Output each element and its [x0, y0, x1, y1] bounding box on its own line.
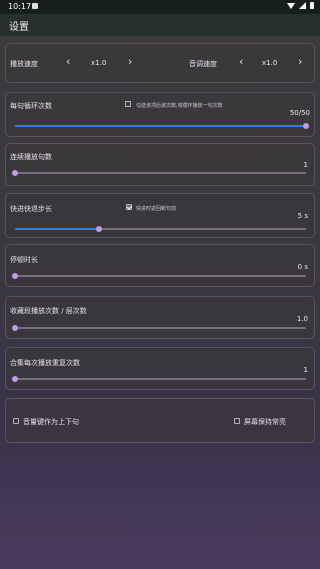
- status-icons: [287, 2, 314, 9]
- playback-speed-increase-icon[interactable]: ›: [128, 56, 132, 67]
- loop-count-slider-fill: [15, 125, 306, 127]
- pitch-speed-label: 音调速度: [189, 60, 217, 68]
- loop-count-slider[interactable]: [15, 123, 309, 129]
- battery-icon: [310, 2, 314, 9]
- keep-screen-on-checkbox[interactable]: [234, 418, 240, 424]
- pause-slider-thumb[interactable]: [12, 273, 18, 279]
- continuous-slider-thumb[interactable]: [12, 170, 18, 176]
- wifi-icon: [287, 2, 295, 9]
- collection-slider[interactable]: [12, 376, 306, 382]
- favorites-slider[interactable]: [12, 325, 306, 331]
- volume-keys-label: 音量键作为上下句: [23, 418, 79, 426]
- skip-step-label: 快进快退步长: [10, 205, 52, 213]
- page-title: 设置: [9, 22, 29, 33]
- skip-step-checkbox[interactable]: [126, 204, 132, 210]
- pitch-speed-increase-icon[interactable]: ›: [298, 56, 302, 67]
- collection-value: 1: [303, 366, 308, 374]
- favorites-card: 收藏段播放次数 / 层次数 1.0: [5, 296, 315, 339]
- pause-value: 0 s: [297, 263, 308, 271]
- collection-slider-thumb[interactable]: [12, 376, 18, 382]
- continuous-label: 连续播放句数: [10, 153, 52, 161]
- favorites-value: 1.0: [296, 315, 308, 323]
- playback-speed-label: 播放速度: [10, 60, 38, 68]
- loop-count-slider-thumb[interactable]: [303, 123, 309, 129]
- pitch-speed-value: x1.0: [262, 59, 278, 67]
- pitch-speed-decrease-icon[interactable]: ‹: [239, 56, 243, 67]
- keep-screen-on-label: 屏幕保持常亮: [244, 418, 286, 426]
- notification-icon: [32, 3, 38, 9]
- collection-label: 合集每次播放重复次数: [10, 359, 80, 367]
- speed-card: 播放速度 ‹ x1.0 › 音调速度 ‹ x1.0 ›: [5, 43, 315, 83]
- pause-card: 停顿时长 0 s: [5, 244, 315, 287]
- skip-step-checkbox-label: 快进时返回断句前: [136, 206, 177, 212]
- favorites-label: 收藏段播放次数 / 层次数: [10, 307, 87, 315]
- pause-slider[interactable]: [12, 273, 306, 279]
- skip-step-slider-fill: [15, 228, 100, 230]
- loop-count-card: 每句循环次数 勾选该项后该次数,将循环播放一句次数 50/50: [5, 92, 315, 137]
- options-card: 音量键作为上下句 屏幕保持常亮: [5, 398, 315, 443]
- loop-count-checkbox[interactable]: [125, 101, 131, 107]
- favorites-slider-thumb[interactable]: [12, 325, 18, 331]
- pause-label: 停顿时长: [10, 256, 38, 264]
- skip-step-card: 快进快退步长 快进时返回断句前 5 s: [5, 193, 315, 238]
- volume-keys-checkbox[interactable]: [13, 418, 19, 424]
- continuous-value: 1: [303, 161, 308, 169]
- playback-speed-decrease-icon[interactable]: ‹: [66, 56, 70, 67]
- collection-card: 合集每次播放重复次数 1: [5, 347, 315, 390]
- skip-step-value: 5 s: [297, 212, 308, 220]
- skip-step-slider-thumb[interactable]: [96, 226, 103, 232]
- signal-icon: [299, 2, 306, 9]
- skip-step-slider[interactable]: [15, 226, 306, 232]
- playback-speed-value: x1.0: [91, 59, 107, 67]
- status-time: 10:17: [8, 2, 32, 11]
- continuous-slider[interactable]: [12, 170, 306, 176]
- status-bar: 10:17: [0, 0, 320, 14]
- loop-count-label: 每句循环次数: [10, 102, 52, 110]
- loop-count-checkbox-label: 勾选该项后该次数,将循环播放一句次数: [136, 103, 223, 109]
- loop-count-value: 50/50: [289, 109, 310, 117]
- continuous-card: 连续播放句数 1: [5, 143, 315, 186]
- app-bar: 设置: [0, 14, 320, 36]
